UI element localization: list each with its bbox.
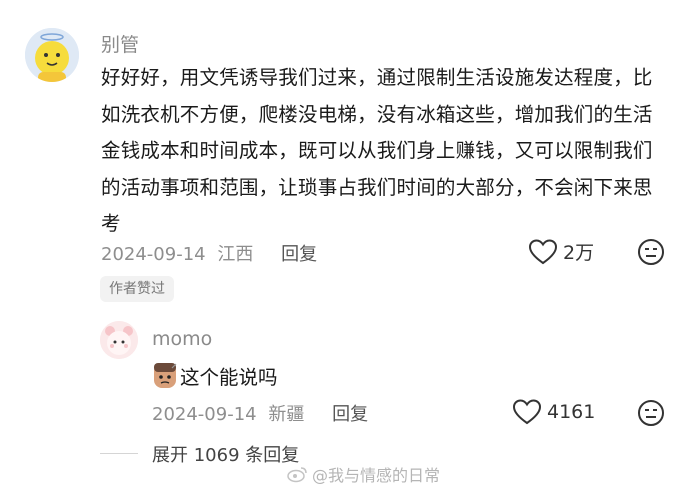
heart-icon [513, 399, 541, 425]
comment-date: 2024-09-14 [101, 244, 206, 265]
sticker-emoji-icon [154, 363, 177, 388]
reply-location: 新疆 [268, 404, 305, 425]
weibo-logo-icon [287, 467, 307, 483]
comment-like-count: 2万 [563, 242, 595, 264]
comment-reply-button[interactable]: 回复 [281, 244, 317, 265]
comment-text: 好好好，用文凭诱导我们过来，通过限制生活设施发达程度，比如洗衣机不方便，爬楼没电… [101, 66, 653, 235]
comment-like-button[interactable]: 2万 [529, 238, 594, 265]
reply-content: 这个能说吗 [152, 360, 278, 390]
reply-avatar[interactable] [100, 321, 138, 359]
comment-location: 江西 [217, 244, 254, 265]
watermark: @我与情感的日常 [286, 462, 440, 486]
reply-avatar-image [100, 321, 138, 359]
reply-like-count: 4161 [547, 401, 596, 423]
meh-face-icon [638, 400, 664, 426]
heart-icon [529, 238, 557, 264]
avatar-image [25, 28, 79, 82]
reply-meta: 2024-09-14 新疆 回复 [152, 400, 368, 426]
comment-meta: 2024-09-14 江西 回复 [101, 240, 317, 266]
author-liked-badge: 作者赞过 [100, 276, 174, 302]
reply-date: 2024-09-14 [152, 404, 257, 425]
reply-username[interactable]: momo [152, 328, 212, 350]
reply-reply-button[interactable]: 回复 [332, 404, 368, 425]
meh-face-icon [638, 239, 664, 265]
comment-username[interactable]: 别管 [101, 30, 139, 57]
avatar[interactable] [25, 28, 79, 82]
reply-dislike-button[interactable] [637, 399, 665, 431]
reply-like-button[interactable]: 4161 [513, 399, 595, 425]
expand-replies-button[interactable]: 展开 1069 条回复 [152, 441, 299, 467]
comment-dislike-button[interactable] [637, 238, 665, 270]
watermark-text: @我与情感的日常 [312, 466, 441, 485]
expand-divider [100, 453, 138, 454]
reply-text: 这个能说吗 [180, 365, 278, 389]
